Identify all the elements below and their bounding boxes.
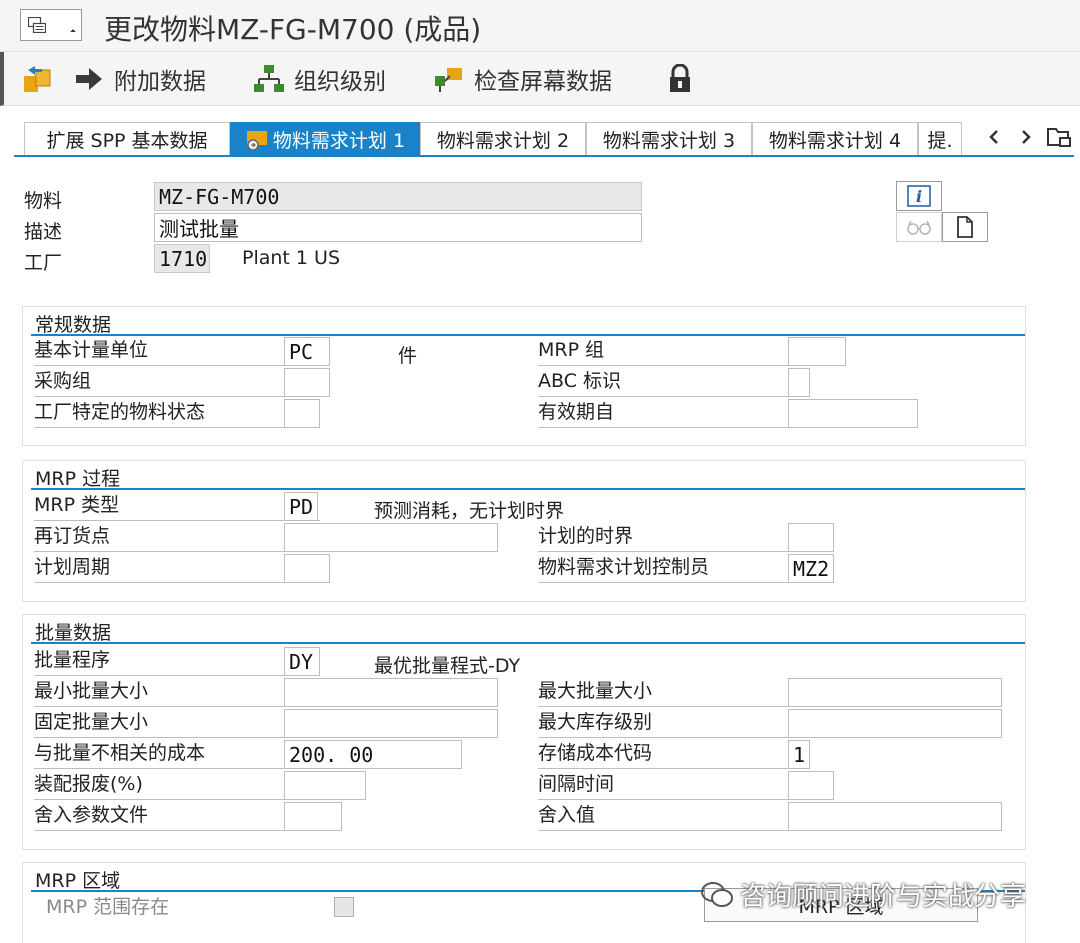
- chevron-left-icon[interactable]: [986, 128, 1002, 146]
- lot-size-procedure-label: 批量程序: [34, 646, 320, 676]
- group-divider: [31, 642, 1025, 644]
- fixed-lot-size-field[interactable]: [284, 709, 498, 738]
- description-label: 描述: [24, 221, 63, 243]
- switch-material-icon: [24, 66, 51, 92]
- plant-material-status-label: 工厂特定的物料状态: [34, 398, 320, 428]
- group-title: 批量数据: [35, 622, 112, 644]
- planning-cycle-field[interactable]: [284, 554, 330, 583]
- check-screen-data-button[interactable]: 检查屏幕数据: [434, 62, 612, 96]
- document-button[interactable]: [942, 212, 988, 242]
- org-levels-label: 组织级别: [294, 69, 386, 95]
- lot-independent-cost-field[interactable]: 200. 00: [284, 740, 462, 769]
- document-icon: [957, 216, 973, 238]
- material-field[interactable]: MZ-FG-M700: [154, 182, 642, 211]
- additional-data-button[interactable]: 附加数据: [74, 62, 206, 96]
- tab-underline: [14, 155, 1074, 157]
- rounding-value-field[interactable]: [788, 802, 1002, 831]
- base-uom-field[interactable]: PC: [284, 337, 330, 366]
- lock-button[interactable]: [668, 62, 692, 96]
- tab-label: 物料需求计划 4: [768, 130, 902, 152]
- tab-label: 物料需求计划 3: [602, 130, 736, 152]
- tab-extend-spp[interactable]: 扩展 SPP 基本数据: [24, 122, 230, 156]
- reorder-point-field[interactable]: [284, 523, 498, 552]
- tab-mrp-2[interactable]: 物料需求计划 2: [420, 122, 586, 156]
- mrp-type-text: 预测消耗，无计划时界: [374, 500, 565, 522]
- group-title: MRP 区域: [35, 870, 121, 892]
- check-screen-data-label: 检查屏幕数据: [474, 69, 612, 95]
- plant-label: 工厂: [24, 252, 63, 274]
- assembly-scrap-field[interactable]: [284, 771, 366, 800]
- mrp-group-field[interactable]: [788, 337, 846, 366]
- lock-icon: [670, 64, 690, 92]
- mrp-area-exists-label: MRP 范围存在: [46, 896, 170, 918]
- other-material-button[interactable]: [22, 62, 52, 96]
- storage-cost-code-field[interactable]: 1: [788, 740, 810, 769]
- base-uom-text: 件: [398, 345, 418, 367]
- window-title: 更改物料MZ-FG-M700 (成品): [104, 13, 482, 46]
- group-title: 常规数据: [35, 314, 112, 336]
- info-icon: i: [907, 185, 931, 207]
- plant-field[interactable]: 1710: [154, 244, 210, 273]
- tab-label: 物料需求计划 1: [272, 130, 406, 152]
- tab-list-icon[interactable]: [1046, 126, 1074, 148]
- tab-more[interactable]: 提.: [918, 122, 962, 156]
- plant-name: Plant 1 US: [242, 247, 341, 269]
- max-stock-level-field[interactable]: [788, 709, 1002, 738]
- purchasing-group-field[interactable]: [284, 368, 330, 397]
- min-lot-size-field[interactable]: [284, 678, 498, 707]
- watermark: 咨询顾问进阶与实战分享: [700, 876, 1026, 913]
- lot-size-procedure-field[interactable]: DY: [284, 647, 320, 676]
- title-bar: 更改物料MZ-FG-M700 (成品): [0, 0, 1080, 52]
- application-toolbar: 附加数据 组织级别 检查屏幕数据: [0, 52, 1080, 106]
- org-levels-button[interactable]: 组织级别: [254, 62, 386, 96]
- valid-from-field[interactable]: [788, 399, 918, 428]
- tab-mrp-4[interactable]: 物料需求计划 4: [752, 122, 918, 156]
- description-field[interactable]: 测试批量: [154, 213, 642, 242]
- max-lot-size-field[interactable]: [788, 678, 1002, 707]
- info-button[interactable]: i: [896, 181, 942, 211]
- mrp-type-field[interactable]: PD: [284, 492, 318, 521]
- mrp-controller-field[interactable]: MZ2: [788, 554, 834, 583]
- lot-size-procedure-text: 最优批量程式-DY: [374, 655, 521, 677]
- menu-button[interactable]: [20, 9, 82, 41]
- group-divider: [31, 488, 1025, 490]
- chevron-right-icon[interactable]: [1018, 128, 1034, 146]
- additional-data-label: 附加数据: [114, 69, 206, 95]
- active-tab-icon: [246, 130, 267, 151]
- arrow-right-icon: [76, 68, 102, 90]
- wechat-icon: [701, 881, 733, 907]
- org-hierarchy-icon: [254, 65, 284, 92]
- display-button[interactable]: [896, 212, 942, 242]
- abc-indicator-label: ABC 标识: [538, 367, 810, 397]
- mrp-type-label: MRP 类型: [34, 491, 320, 521]
- material-label: 物料: [24, 190, 63, 212]
- glasses-icon: [907, 220, 931, 235]
- svg-text:i: i: [916, 187, 922, 206]
- tab-label: 物料需求计划 2: [436, 130, 570, 152]
- takt-time-field[interactable]: [788, 771, 834, 800]
- storage-cost-code-label: 存储成本代码: [538, 739, 810, 769]
- group-title: MRP 过程: [35, 468, 121, 490]
- caret-icon: [70, 29, 76, 35]
- plant-material-status-field[interactable]: [284, 399, 320, 428]
- abc-indicator-field[interactable]: [788, 368, 810, 397]
- check-data-icon: [435, 68, 462, 92]
- tab-label: 扩展 SPP 基本数据: [46, 130, 208, 152]
- watermark-text: 咨询顾问进阶与实战分享: [740, 882, 1027, 912]
- menu-icon: [28, 17, 46, 33]
- planning-time-fence-field[interactable]: [788, 523, 834, 552]
- mrp-area-exists-checkbox[interactable]: [334, 897, 354, 917]
- rounding-profile-field[interactable]: [284, 802, 342, 831]
- tab-mrp-3[interactable]: 物料需求计划 3: [586, 122, 752, 156]
- tab-label: 提.: [927, 130, 953, 152]
- tab-mrp-1[interactable]: 物料需求计划 1: [230, 122, 420, 156]
